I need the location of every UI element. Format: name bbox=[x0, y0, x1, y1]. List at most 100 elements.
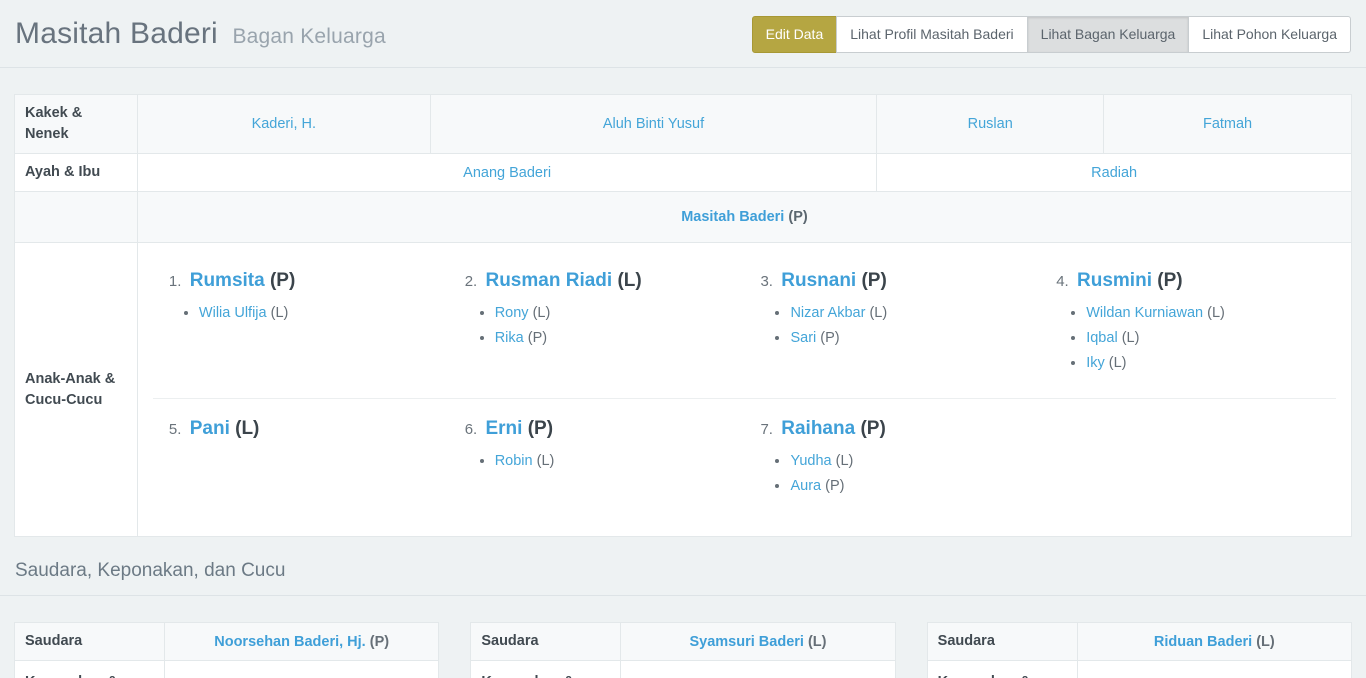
main-content: Kakek & Nenek Kaderi, H. Aluh Binti Yusu… bbox=[0, 94, 1366, 537]
nephews-row-label: Keponakan & Cucu-Cucu bbox=[471, 661, 621, 678]
grandparent-cell: Ruslan bbox=[877, 95, 1104, 154]
grandchild-item: Rony (L) bbox=[495, 303, 735, 324]
sibling-table: Saudara Noorsehan Baderi, Hj. (P) Kepona… bbox=[14, 622, 439, 678]
child-number: 1. bbox=[169, 273, 182, 290]
sibling-table-wrap: Saudara Noorsehan Baderi, Hj. (P) Kepona… bbox=[14, 622, 439, 678]
children-row: Anak-Anak & Cucu-Cucu 1. Rumsita (P) Wil… bbox=[15, 243, 1352, 537]
view-profile-button[interactable]: Lihat Profil Masitah Baderi bbox=[836, 16, 1027, 53]
father-cell: Anang Baderi bbox=[137, 154, 876, 192]
grandparent-link[interactable]: Fatmah bbox=[1203, 116, 1252, 132]
child-entry: 1. Rumsita (P) Wilia Ulfija (L) bbox=[153, 268, 449, 398]
view-tree-button[interactable]: Lihat Pohon Keluarga bbox=[1188, 16, 1351, 53]
page-title: Masitah Baderi Bagan Keluarga bbox=[15, 17, 386, 51]
children-grid-row: 5. Pani (L) 6. Erni (P) Robin (L) bbox=[153, 398, 1336, 528]
grandchild-name-link[interactable]: Wilia Ulfija bbox=[199, 305, 267, 321]
sibling-name-cell: Noorsehan Baderi, Hj. (P) bbox=[165, 623, 439, 661]
child-name-link[interactable]: Raihana bbox=[781, 418, 855, 439]
grandchild-name-link[interactable]: Rika bbox=[495, 330, 524, 346]
grandchild-item: Wilia Ulfija (L) bbox=[199, 303, 439, 324]
grandchild-name-link[interactable]: Yudha bbox=[790, 453, 831, 469]
grandchild-name-link[interactable]: Iky bbox=[1086, 355, 1105, 371]
gender-marker: (P) bbox=[370, 634, 389, 650]
grandchild-item: Rika (P) bbox=[495, 328, 735, 349]
sibling-header-row: Saudara Noorsehan Baderi, Hj. (P) bbox=[15, 623, 439, 661]
gender-marker: (P) bbox=[270, 270, 295, 291]
sibling-name-link[interactable]: Noorsehan Baderi, Hj. bbox=[214, 634, 365, 650]
sibling-name-link[interactable]: Syamsuri Baderi bbox=[689, 634, 803, 650]
mother-link[interactable]: Radiah bbox=[1091, 165, 1137, 181]
grandchild-item: Iqbal (L) bbox=[1086, 328, 1326, 349]
grandchild-name-link[interactable]: Iqbal bbox=[1086, 330, 1117, 346]
sibling-table-wrap: Saudara Syamsuri Baderi (L) Keponakan & … bbox=[470, 622, 895, 678]
child-entry: 4. Rusmini (P) Wildan Kurniawan (L) Iqba… bbox=[1040, 268, 1336, 398]
grandchild-item: Aura (P) bbox=[790, 476, 1030, 497]
gender-marker: (L) bbox=[235, 418, 259, 439]
children-row-label: Anak-Anak & Cucu-Cucu bbox=[15, 243, 138, 537]
child-name-link[interactable]: Rusnani bbox=[781, 270, 856, 291]
grandchildren-list: Robin (L) bbox=[465, 451, 735, 472]
child-name-line: 7. Raihana (P) bbox=[760, 416, 1030, 443]
grandparent-link[interactable]: Ruslan bbox=[968, 116, 1013, 132]
child-entry: 5. Pani (L) bbox=[153, 416, 449, 528]
grandparent-cell: Aluh Binti Yusuf bbox=[430, 95, 877, 154]
gender-marker: (L) bbox=[537, 453, 555, 469]
grandchildren-list: Nizar Akbar (L) Sari (P) bbox=[760, 303, 1030, 349]
grandchild-item: Iky (L) bbox=[1086, 353, 1326, 374]
parents-row: Ayah & Ibu Anang Baderi Radiah bbox=[15, 154, 1352, 192]
sibling-name-cell: Syamsuri Baderi (L) bbox=[621, 623, 895, 661]
sibling-table: Saudara Syamsuri Baderi (L) Keponakan & … bbox=[470, 622, 895, 678]
sibling-row-label: Saudara bbox=[471, 623, 621, 661]
grandchildren-list: Wilia Ulfija (L) bbox=[169, 303, 439, 324]
nephews-row: Keponakan & Cucu-Cucu 1.Muna Makmun (P) … bbox=[15, 661, 439, 678]
child-name-line: 6. Erni (P) bbox=[465, 416, 735, 443]
gender-marker: (L) bbox=[1109, 355, 1127, 371]
grandchild-name-link[interactable]: Aura bbox=[790, 478, 821, 494]
grandchild-item: Nizar Akbar (L) bbox=[790, 303, 1030, 324]
child-name-line: 2. Rusman Riadi (L) bbox=[465, 268, 735, 295]
sibling-header-row: Saudara Syamsuri Baderi (L) bbox=[471, 623, 895, 661]
grandparents-row-label: Kakek & Nenek bbox=[15, 95, 138, 154]
view-chart-button[interactable]: Lihat Bagan Keluarga bbox=[1027, 16, 1190, 53]
grandparent-cell: Kaderi, H. bbox=[137, 95, 430, 154]
mother-cell: Radiah bbox=[877, 154, 1352, 192]
gender-marker: (P) bbox=[861, 270, 886, 291]
child-name-link[interactable]: Pani bbox=[190, 418, 230, 439]
grandchildren-list: Yudha (L) Aura (P) bbox=[760, 451, 1030, 497]
child-name-line: 4. Rusmini (P) bbox=[1056, 268, 1326, 295]
sibling-row-label: Saudara bbox=[927, 623, 1077, 661]
children-grid-row: 1. Rumsita (P) Wilia Ulfija (L) 2. Rusma… bbox=[153, 251, 1336, 398]
gender-marker: (L) bbox=[836, 453, 854, 469]
grandchild-name-link[interactable]: Nizar Akbar bbox=[790, 305, 865, 321]
edit-data-button[interactable]: Edit Data bbox=[752, 16, 838, 53]
page-header: Masitah Baderi Bagan Keluarga Edit Data … bbox=[0, 0, 1366, 68]
person-cell: Masitah Baderi (P) bbox=[137, 192, 1351, 243]
child-number: 5. bbox=[169, 421, 182, 438]
gender-marker: (L) bbox=[1256, 634, 1275, 650]
father-link[interactable]: Anang Baderi bbox=[463, 165, 551, 181]
child-name-line: 3. Rusnani (P) bbox=[760, 268, 1030, 295]
child-name-link[interactable]: Rumsita bbox=[190, 270, 265, 291]
nephews-row: Keponakan & Cucu-Cucu 1.Rifna Idiar (L) … bbox=[471, 661, 895, 678]
child-name-line: 1. Rumsita (P) bbox=[169, 268, 439, 295]
child-name-link[interactable]: Rusmini bbox=[1077, 270, 1152, 291]
person-row: Masitah Baderi (P) bbox=[15, 192, 1352, 243]
child-name-link[interactable]: Erni bbox=[485, 418, 522, 439]
sibling-name-link[interactable]: Riduan Baderi bbox=[1154, 634, 1252, 650]
gender-marker: (L) bbox=[869, 305, 887, 321]
grandparent-link[interactable]: Aluh Binti Yusuf bbox=[603, 116, 704, 132]
sibling-name-cell: Riduan Baderi (L) bbox=[1077, 623, 1351, 661]
gender-marker: (P) bbox=[820, 330, 839, 346]
child-name-link[interactable]: Rusman Riadi bbox=[485, 270, 612, 291]
grandchild-name-link[interactable]: Wildan Kurniawan bbox=[1086, 305, 1203, 321]
person-name-link[interactable]: Masitah Baderi bbox=[681, 209, 784, 225]
gender-marker: (L) bbox=[1207, 305, 1225, 321]
nephews-row: Keponakan & Cucu-Cucu 1.Zuraida (P) Andi… bbox=[927, 661, 1351, 678]
child-number: 6. bbox=[465, 421, 478, 438]
grandchild-name-link[interactable]: Sari bbox=[790, 330, 816, 346]
grandchild-item: Yudha (L) bbox=[790, 451, 1030, 472]
grandchild-item: Wildan Kurniawan (L) bbox=[1086, 303, 1326, 324]
grandchild-name-link[interactable]: Robin bbox=[495, 453, 533, 469]
grandchild-name-link[interactable]: Rony bbox=[495, 305, 529, 321]
grandchild-item: Sari (P) bbox=[790, 328, 1030, 349]
grandparent-link[interactable]: Kaderi, H. bbox=[252, 116, 316, 132]
